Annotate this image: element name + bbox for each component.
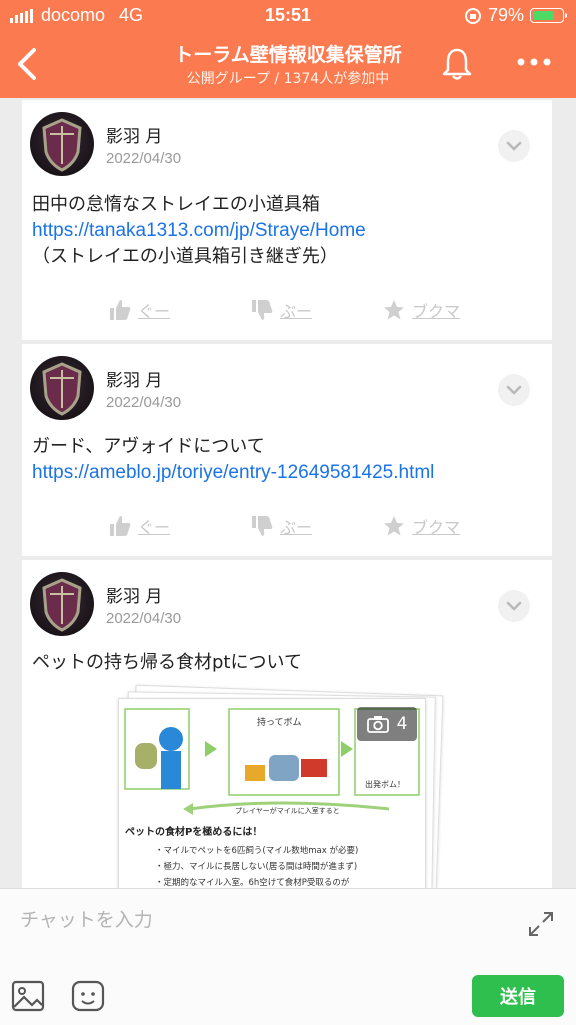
image-caption: ・定期的なマイル入室。6h空けて食材P受取るのが xyxy=(155,877,350,888)
image-caption: ・マイルでペットを6匹飼う(マイル数地max が必要) xyxy=(155,845,358,856)
avatar[interactable] xyxy=(30,356,94,420)
post: 影羽 月 2022/04/30 田中の怠惰なストレイエの小道具箱 https:/… xyxy=(22,100,552,340)
avatar[interactable] xyxy=(30,572,94,636)
image-caption: ・極力、マイルに長居しない(居る間は時間が進まず) xyxy=(155,861,357,872)
dislike-label: ぶー xyxy=(280,302,313,321)
image-count-badge: 4 xyxy=(357,707,417,741)
shield-emblem-icon xyxy=(42,362,82,416)
post-body: ガード、アヴォイドについて https://ameblo.jp/toriye/e… xyxy=(32,434,434,486)
star-icon xyxy=(384,300,404,320)
battery-icon xyxy=(530,8,567,23)
thumbs-down-icon xyxy=(252,300,273,320)
shield-emblem-icon xyxy=(42,578,82,632)
thumbs-up-icon xyxy=(110,300,131,320)
dislike-label: ぶー xyxy=(280,518,313,537)
expand-icon[interactable] xyxy=(526,909,556,939)
post-actions: ぐー ぶー ブクマ xyxy=(22,298,552,328)
thumbs-down-icon xyxy=(252,516,273,536)
stamp-icon[interactable] xyxy=(70,979,106,1013)
author-name[interactable]: 影羽 月 xyxy=(106,366,162,391)
post-date: 2022/04/30 xyxy=(106,394,182,411)
group-header: トーラム壁情報収集保管所 公開グループ / 1374人が参加中 xyxy=(0,30,576,98)
post-date: 2022/04/30 xyxy=(106,150,182,167)
post-body: ペットの持ち帰る食材ptについて xyxy=(32,650,302,676)
like-button[interactable]: ぐー xyxy=(108,514,170,538)
author-name[interactable]: 影羽 月 xyxy=(106,582,162,607)
thumbs-up-icon xyxy=(110,516,131,536)
post-link[interactable]: https://tanaka1313.com/jp/Straye/Home xyxy=(32,218,366,244)
bookmark-button[interactable]: ブクマ xyxy=(382,514,460,538)
post-link[interactable]: https://ameblo.jp/toriye/entry-126495814… xyxy=(32,460,434,486)
post-text: ガード、アヴォイドについて xyxy=(32,436,265,457)
chevron-down-icon[interactable] xyxy=(498,590,530,622)
like-button[interactable]: ぐー xyxy=(108,298,170,322)
battery-percent: 79% xyxy=(487,5,524,25)
post-actions: ぐー ぶー ブクマ xyxy=(22,514,552,544)
shield-emblem-icon xyxy=(42,118,82,172)
bookmark-button[interactable]: ブクマ xyxy=(382,298,460,322)
image-caption: 出発ボム！ xyxy=(365,779,405,789)
image-card-front: 持ってボム 出発ボム！ プレイヤーがマイルに入室すると ペットの食材Pを極めるに… xyxy=(118,698,426,888)
post-date: 2022/04/30 xyxy=(106,610,182,627)
dislike-button[interactable]: ぶー xyxy=(250,298,312,322)
photo-icon[interactable] xyxy=(10,979,46,1013)
orientation-lock-icon xyxy=(464,7,481,24)
send-button[interactable]: 送信 xyxy=(472,975,564,1017)
post: 影羽 月 2022/04/30 ガード、アヴォイドについて https://am… xyxy=(22,344,552,556)
post-text: 田中の怠惰なストレイエの小道具箱 xyxy=(32,194,320,215)
author-name[interactable]: 影羽 月 xyxy=(106,122,162,147)
image-caption: 持ってボム xyxy=(257,716,302,728)
group-subtitle: 公開グループ / 1374人が参加中 xyxy=(186,71,390,87)
camera-icon xyxy=(366,716,389,733)
bookmark-label: ブクマ xyxy=(412,518,461,537)
more-options-icon[interactable] xyxy=(514,52,554,72)
chevron-down-icon[interactable] xyxy=(498,130,530,162)
group-title: トーラム壁情報収集保管所 xyxy=(174,44,402,66)
chat-input[interactable]: チャットを入力 xyxy=(20,905,153,932)
status-bar: docomo 4G 15:51 79% xyxy=(0,0,576,30)
post-feed[interactable]: 影羽 月 2022/04/30 田中の怠惰なストレイエの小道具箱 https:/… xyxy=(0,98,576,888)
image-caption: ペットの食材Pを極めるには！ xyxy=(125,825,262,838)
like-label: ぐー xyxy=(138,518,171,537)
chevron-down-icon[interactable] xyxy=(498,374,530,406)
star-icon xyxy=(384,516,404,536)
post-body: 田中の怠惰なストレイエの小道具箱 https://tanaka1313.com/… xyxy=(32,192,366,270)
post-text: ペットの持ち帰る食材ptについて xyxy=(32,652,302,673)
bell-icon[interactable] xyxy=(440,46,474,82)
image-caption: プレイヤーがマイルに入室すると xyxy=(235,806,340,815)
chat-input-bar: チャットを入力 送信 xyxy=(0,888,576,1025)
image-count: 4 xyxy=(396,714,408,734)
post-text: （ストレイエの小道具箱引き継ぎ先） xyxy=(32,246,338,267)
image-stack[interactable]: 持ってボム 出発ボム！ プレイヤーがマイルに入室すると ペットの食材Pを極めるに… xyxy=(118,684,448,888)
bookmark-label: ブクマ xyxy=(412,302,461,321)
dislike-button[interactable]: ぶー xyxy=(250,514,312,538)
like-label: ぐー xyxy=(138,302,171,321)
avatar[interactable] xyxy=(30,112,94,176)
